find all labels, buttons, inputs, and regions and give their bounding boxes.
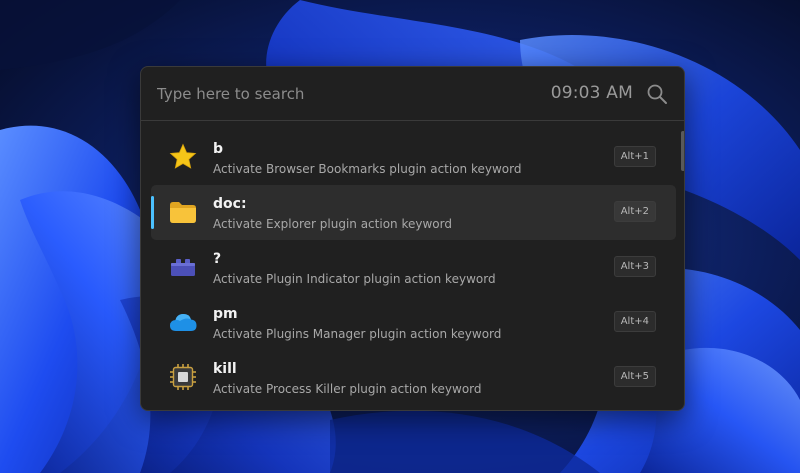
result-subtitle: Activate Plugins Manager plugin action k…	[213, 327, 502, 341]
hotkey-badge: Alt+2	[613, 201, 656, 222]
clock: 09:03 AM	[550, 83, 633, 103]
result-title: ?	[213, 251, 222, 267]
result-subtitle: Activate Browser Bookmarks plugin action…	[213, 162, 522, 176]
result-item[interactable]: b Activate Browser Bookmarks plugin acti…	[151, 130, 676, 185]
plugin-brick-icon	[171, 259, 195, 276]
star-icon	[169, 143, 197, 169]
hotkey-badge: Alt+1	[613, 146, 656, 167]
folder-icon	[170, 202, 196, 223]
result-subtitle: Activate Process Killer plugin action ke…	[213, 382, 482, 396]
hotkey-badge: Alt+4	[613, 311, 656, 332]
result-item[interactable]: pm Activate Plugins Manager plugin actio…	[151, 295, 676, 350]
cloud-icon	[170, 314, 197, 331]
search-input[interactable]	[147, 75, 527, 113]
result-title: kill	[213, 361, 237, 377]
hotkey-badge: Alt+3	[613, 256, 656, 277]
result-title: doc:	[213, 196, 247, 212]
scrollbar-thumb[interactable]	[681, 131, 684, 171]
search-icon[interactable]	[646, 83, 668, 105]
chip-icon	[170, 364, 196, 390]
results-list: b Activate Browser Bookmarks plugin acti…	[151, 130, 676, 405]
query-bar: 09:03 AM	[141, 67, 684, 121]
result-item[interactable]: kill Activate Process Killer plugin acti…	[151, 350, 676, 405]
result-item-selected[interactable]: doc: Activate Explorer plugin action key…	[151, 185, 676, 240]
result-subtitle: Activate Explorer plugin action keyword	[213, 217, 452, 231]
result-item[interactable]: ? Activate Plugin Indicator plugin actio…	[151, 240, 676, 295]
launcher-window: 09:03 AM b Activate Browser Bookmarks pl…	[140, 66, 685, 411]
result-title: pm	[213, 306, 238, 322]
result-subtitle: Activate Plugin Indicator plugin action …	[213, 272, 496, 286]
result-title: b	[213, 141, 224, 157]
hotkey-badge: Alt+5	[613, 366, 656, 387]
selection-indicator	[151, 196, 154, 229]
